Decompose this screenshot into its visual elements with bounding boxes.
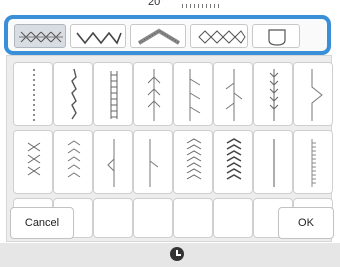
wave-stitch-icon (76, 31, 122, 45)
arrow-tip-stitch-icon (107, 139, 115, 187)
stitch-partial-tile[interactable] (213, 198, 253, 238)
double-chevron-stitch-icon (186, 138, 202, 180)
ladder-stitch-icon (110, 71, 118, 119)
background-fragment-text: 20° (148, 0, 165, 8)
stitch-category-bar (4, 15, 331, 55)
stitch-ladder-tile[interactable] (93, 62, 133, 126)
stitch-partial-tile[interactable] (173, 198, 213, 238)
cancel-button[interactable]: Cancel (10, 207, 74, 239)
slanted-zigzag-stitch-icon (71, 68, 77, 120)
shield-stitch-icon (268, 29, 286, 46)
fine-ladder-stitch-icon (311, 139, 316, 187)
stitch-slanted-zigzag-tile[interactable] (53, 62, 93, 126)
stitch-double-chevron-bold-tile[interactable] (213, 130, 253, 194)
chevron-vertical-stitch-icon (67, 140, 81, 178)
category-cross-stitch-button[interactable] (14, 24, 66, 48)
stitch-arrow-tip-tile[interactable] (93, 130, 133, 194)
stitch-branch-tile[interactable] (213, 62, 253, 126)
stitch-feather-tile[interactable] (133, 62, 173, 126)
diamond-stitch-icon (198, 30, 246, 44)
stitch-double-chevron-tile[interactable] (173, 130, 213, 194)
stitch-partial-tile[interactable] (93, 198, 133, 238)
stitch-cross-chain-tile[interactable] (13, 130, 53, 194)
stitch-side-spike-tile[interactable] (133, 130, 173, 194)
category-diamond-stitch-button[interactable] (190, 24, 248, 48)
ok-button[interactable]: OK (278, 207, 334, 239)
bottom-status-bar (0, 243, 340, 267)
stitch-straight-bar-tile[interactable] (253, 130, 293, 194)
double-chevron-bold-stitch-icon (226, 138, 242, 180)
stitch-hook-tile[interactable] (173, 62, 213, 126)
triple-feather-stitch-icon (269, 69, 279, 121)
zigzag-spike-stitch-icon (311, 69, 323, 121)
feather-stitch-icon (147, 69, 161, 121)
cross-chain-stitch-icon (27, 142, 41, 176)
hook-stitch-icon (189, 69, 201, 121)
side-spike-stitch-icon (149, 139, 159, 187)
arch-stitch-icon (137, 28, 181, 45)
category-wave-stitch-button[interactable] (70, 24, 126, 48)
stitch-fine-ladder-tile[interactable] (293, 130, 333, 194)
stitch-zigzag-spike-tile[interactable] (293, 62, 333, 126)
straight-bar-stitch-icon (273, 139, 275, 187)
category-arch-stitch-button[interactable] (130, 24, 186, 48)
category-shield-stitch-button[interactable] (252, 24, 300, 48)
clock-icon (170, 247, 184, 261)
branch-stitch-icon (225, 69, 243, 121)
dotted-vertical-stitch-icon (33, 69, 35, 121)
cross-stitch-icon (19, 31, 63, 43)
stitch-partial-tile[interactable] (133, 198, 173, 238)
stitch-dotted-vertical-tile[interactable] (13, 62, 53, 126)
stitch-triple-feather-tile[interactable] (253, 62, 293, 126)
stitch-chevron-vertical-tile[interactable] (53, 130, 93, 194)
ruler-ticks (182, 4, 222, 8)
